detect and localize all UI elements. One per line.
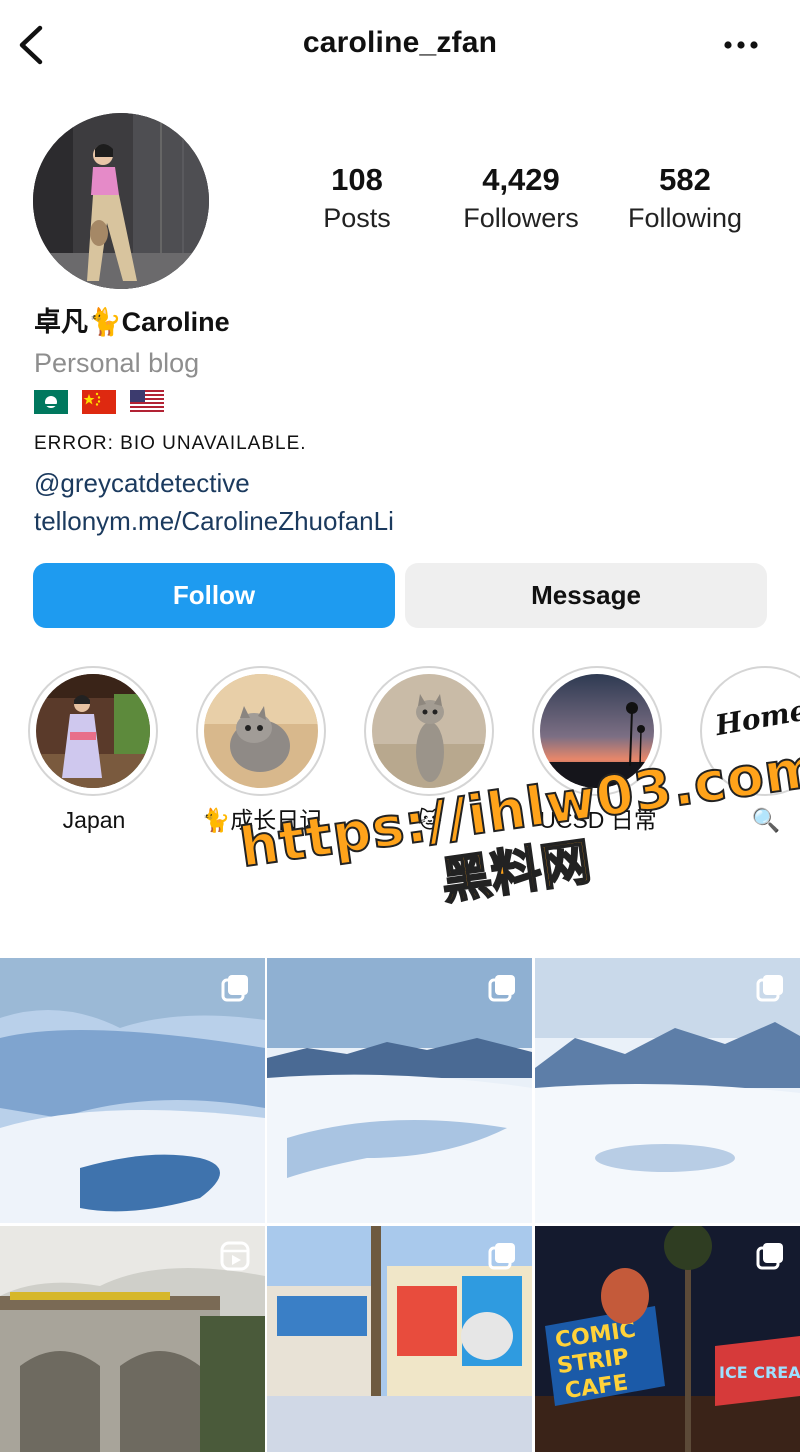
post-grid: COMIC STRIP CAFE ICE CREAM (0, 958, 800, 1452)
display-name: 卓凡🐈Caroline (34, 307, 230, 337)
multi-photo-icon (756, 975, 783, 1002)
highlight-ring (196, 666, 326, 796)
ice-cream-text: ICE CREAM (719, 1363, 800, 1382)
flag-row (34, 390, 774, 414)
bio-text: ERROR: BIO UNAVAILABLE. (34, 433, 307, 454)
highlight-cover (372, 674, 486, 788)
highlight-cover (36, 674, 150, 788)
message-button[interactable]: Message (405, 563, 767, 628)
post-tile[interactable] (535, 958, 800, 1223)
profile-username: caroline_zfan (302, 26, 498, 59)
following-count[interactable]: 582 Following (612, 160, 758, 236)
more-options-button[interactable] (722, 30, 762, 60)
multi-photo-icon (488, 975, 515, 1002)
china-flag-icon (82, 390, 116, 414)
posts-number: 108 (331, 162, 383, 197)
follow-button[interactable]: Follow (33, 563, 395, 628)
profile-category: Personal blog (34, 348, 200, 378)
posts-label: Posts (323, 203, 391, 233)
multi-photo-icon (221, 975, 248, 1002)
multi-photo-icon (488, 1243, 515, 1270)
following-label: Following (627, 203, 743, 233)
followers-label: Followers (463, 203, 579, 233)
more-horizontal-icon (724, 41, 758, 49)
profile-avatar[interactable] (33, 113, 209, 289)
top-bar: caroline_zfan (0, 0, 800, 92)
multi-photo-icon (756, 1243, 783, 1270)
usa-flag-icon (130, 390, 164, 414)
highlight-ring (364, 666, 494, 796)
post-tile[interactable] (0, 958, 265, 1223)
highlight-ring (28, 666, 158, 796)
highlight-japan[interactable]: Japan (28, 666, 160, 838)
post-tile[interactable] (0, 1226, 265, 1452)
profile-bio-section: 卓凡🐈Caroline Personal blog ERROR: BIO UNA… (34, 300, 774, 540)
highlight-cover (204, 674, 318, 788)
macau-flag-icon (34, 390, 68, 414)
posts-count[interactable]: 108 Posts (300, 160, 414, 236)
highlight-label: Japan (62, 807, 126, 833)
mention-link[interactable]: @greycatdetective (34, 464, 774, 502)
followers-count[interactable]: 4,429 Followers (446, 160, 596, 236)
reels-icon (220, 1241, 250, 1271)
external-link[interactable]: tellonym.me/CarolineZhuofanLi (34, 502, 774, 540)
post-tile[interactable]: COMIC STRIP CAFE ICE CREAM (535, 1226, 800, 1452)
followers-number: 4,429 (482, 162, 560, 197)
post-tile[interactable] (267, 1226, 532, 1452)
post-tile[interactable] (267, 958, 532, 1223)
following-number: 582 (659, 162, 711, 197)
